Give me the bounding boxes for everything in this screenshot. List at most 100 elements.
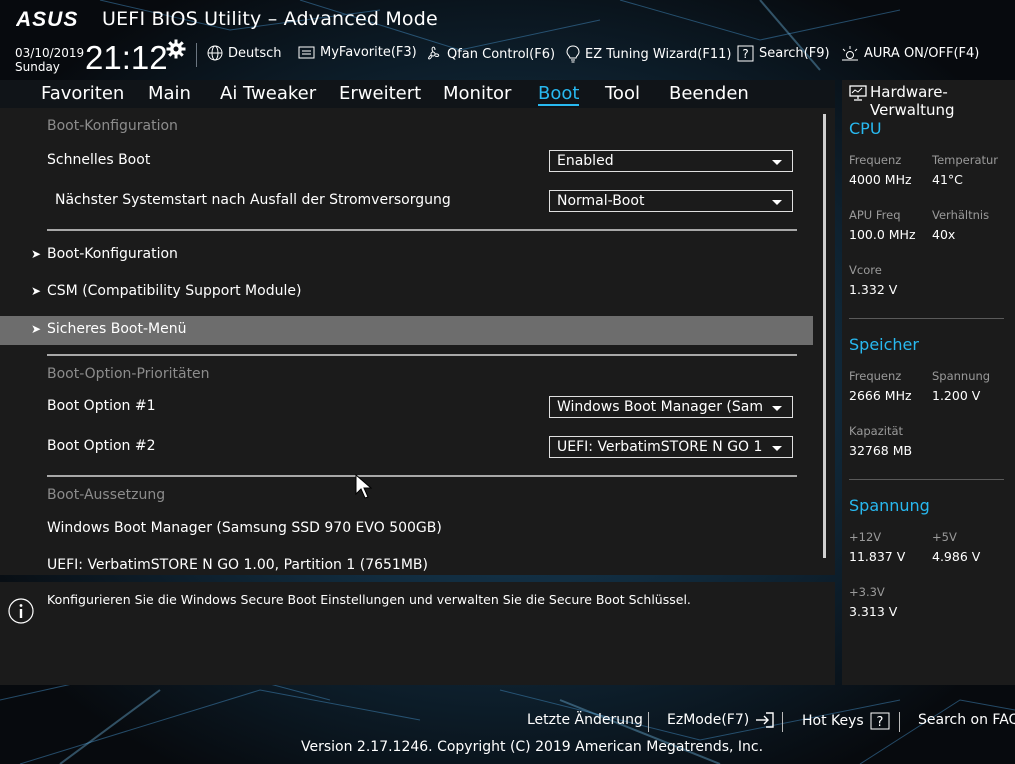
v12-label: +12V (849, 530, 882, 544)
cpu-freq-value: 4000 MHz (849, 172, 912, 187)
last-change-button[interactable]: Letzte Änderung (527, 712, 643, 728)
v12-value: 11.837 V (849, 549, 906, 564)
scrollbar[interactable] (823, 114, 826, 558)
myfavorite-button[interactable]: MyFavorite(F3) (298, 45, 417, 60)
aura-button[interactable]: AURA ON/OFF(F4) (841, 45, 979, 61)
fast-boot-dropdown[interactable]: Enabled (549, 150, 793, 172)
footer-divider (648, 712, 649, 732)
app-title: UEFI BIOS Utility – Advanced Mode (102, 8, 438, 30)
help-key-icon: ? (870, 712, 890, 730)
ezmode-button[interactable]: EzMode(F7) (667, 712, 775, 728)
copyright-text: Version 2.17.1246. Copyright (C) 2019 Am… (301, 739, 764, 755)
day-text: Sunday (15, 60, 60, 74)
tab-favoriten[interactable]: Favoriten (41, 83, 124, 104)
hw-divider (849, 479, 1004, 480)
power-loss-label: Nächster Systemstart nach Ausfall der St… (55, 192, 451, 208)
mouse-cursor-icon (355, 474, 373, 499)
info-icon (8, 598, 34, 624)
chevron-down-icon (772, 446, 782, 451)
divider (47, 354, 797, 356)
search-faq-label: Search on FAQ (918, 712, 1015, 728)
footer-divider (899, 712, 900, 732)
aura-label: AURA ON/OFF(F4) (864, 45, 980, 61)
boot-option2-value: UEFI: VerbatimSTORE N GO 1.00 (557, 439, 763, 455)
tab-boot[interactable]: Boot (538, 83, 580, 106)
submenu-csm[interactable]: ➤ CSM (Compatibility Support Module) (0, 278, 813, 307)
tab-beenden[interactable]: Beenden (669, 83, 749, 104)
tab-tool[interactable]: Tool (605, 83, 640, 104)
ez-tuning-label: EZ Tuning Wizard(F11) (585, 46, 732, 62)
tab-main[interactable]: Main (148, 83, 191, 104)
myfavorite-label: MyFavorite(F3) (320, 45, 417, 60)
section-title-boot-config: Boot-Konfiguration (47, 118, 178, 134)
power-loss-dropdown[interactable]: Normal-Boot (549, 190, 793, 212)
ratio-value: 40x (932, 227, 956, 242)
favorite-icon (298, 46, 315, 58)
asus-logo: ASUS (16, 8, 77, 31)
submenu-boot-config[interactable]: ➤ Boot-Konfiguration (0, 241, 813, 270)
mem-capacity-value: 32768 MB (849, 443, 913, 458)
vcore-value: 1.332 V (849, 282, 898, 297)
mem-volt-label: Spannung (932, 369, 991, 383)
boot-option2-dropdown[interactable]: UEFI: VerbatimSTORE N GO 1.00 (549, 436, 793, 458)
ezmode-label: EzMode(F7) (667, 712, 750, 728)
boot-option1-dropdown[interactable]: Windows Boot Manager (Samsur (549, 396, 793, 418)
clock: 21:12 (85, 39, 168, 76)
hotkeys-button[interactable]: Hot Keys ? (802, 712, 890, 730)
chevron-down-icon (772, 406, 782, 411)
mem-volt-value: 1.200 V (932, 388, 981, 403)
apu-freq-value: 100.0 MHz (849, 227, 916, 242)
ez-tuning-button[interactable]: EZ Tuning Wizard(F11) (566, 45, 731, 63)
hotkeys-label: Hot Keys (802, 713, 864, 729)
header-divider (196, 43, 197, 67)
search-button[interactable]: ? Search(F9) (737, 45, 830, 62)
monitor-icon (849, 85, 867, 101)
hardware-monitor-title: Hardware-Verwaltung (870, 83, 955, 119)
voltage-section-title: Spannung (849, 496, 930, 515)
boot-override-item[interactable]: Windows Boot Manager (Samsung SSD 970 EV… (47, 520, 442, 536)
tab-ai-tweaker[interactable]: Ai Tweaker (220, 83, 316, 104)
boot-override-item[interactable]: UEFI: VerbatimSTORE N GO 1.00, Partition… (47, 557, 428, 573)
apu-freq-label: APU Freq (849, 208, 901, 222)
cpu-freq-label: Frequenz (849, 153, 902, 167)
qfan-button[interactable]: Qfan Control(F6) (424, 45, 555, 63)
aura-icon (842, 46, 858, 61)
fast-boot-label: Schnelles Boot (47, 152, 151, 168)
v5-label: +5V (932, 530, 957, 544)
language-label: Deutsch (228, 45, 282, 61)
power-loss-value: Normal-Boot (557, 193, 645, 209)
lightbulb-icon (566, 45, 580, 63)
section-title-boot-priorities: Boot-Option-Prioritäten (47, 366, 210, 382)
search-help-icon: ? (737, 45, 754, 62)
chevron-down-icon (772, 160, 782, 165)
mem-freq-value: 2666 MHz (849, 388, 912, 403)
footer-divider (782, 712, 783, 732)
vcore-label: Vcore (849, 263, 882, 277)
submenu-label: Sicheres Boot-Menü (47, 321, 187, 337)
submenu-secure-boot[interactable]: ➤ Sicheres Boot-Menü (0, 316, 813, 345)
fast-boot-value: Enabled (557, 153, 614, 169)
v33-label: +3.3V (849, 585, 885, 599)
date-text: 03/10/2019 (15, 46, 85, 60)
chevron-right-icon: ➤ (31, 284, 42, 298)
last-change-label: Letzte Änderung (527, 712, 643, 728)
tab-erweitert[interactable]: Erweitert (339, 83, 421, 104)
chevron-right-icon: ➤ (31, 247, 42, 261)
date-display: 03/10/2019 Sunday (15, 46, 84, 74)
boot-option2-label: Boot Option #2 (47, 438, 156, 454)
gear-icon[interactable] (166, 39, 186, 59)
submenu-label: Boot-Konfiguration (47, 246, 178, 262)
tab-monitor[interactable]: Monitor (443, 83, 511, 104)
boot-option1-value: Windows Boot Manager (Samsur (557, 399, 763, 415)
section-title-boot-override: Boot-Aussetzung (47, 487, 166, 503)
search-label: Search(F9) (759, 46, 830, 61)
search-faq-button[interactable]: Search on FAQ (918, 712, 1015, 728)
mem-capacity-label: Kapazität (849, 424, 904, 438)
top-header: ASUS UEFI BIOS Utility – Advanced Mode 0… (0, 0, 1015, 80)
boot-option1-label: Boot Option #1 (47, 398, 156, 414)
language-button[interactable]: Deutsch (207, 45, 282, 61)
memory-section-title: Speicher (849, 335, 919, 354)
fan-icon (428, 46, 440, 60)
svg-text:?: ? (742, 47, 748, 61)
chevron-down-icon (772, 200, 782, 205)
